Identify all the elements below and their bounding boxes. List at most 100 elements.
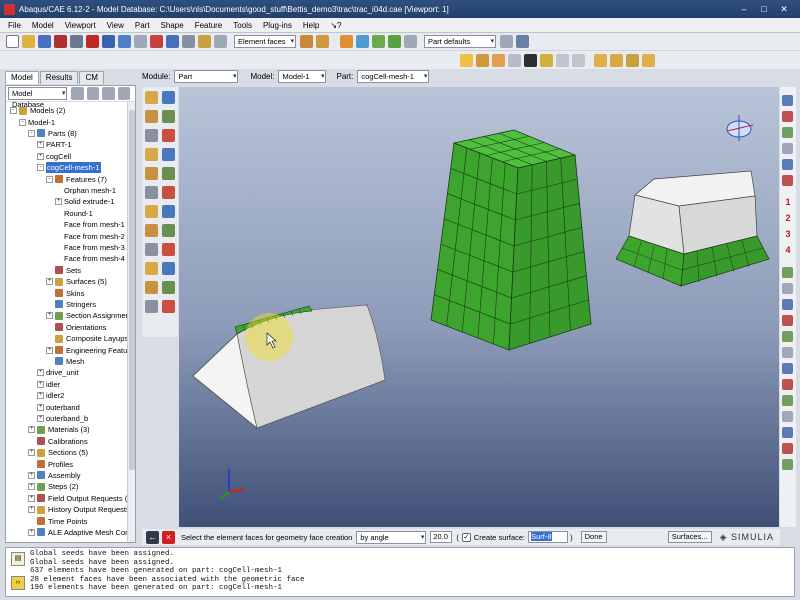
expand-icon[interactable]: + <box>37 141 44 149</box>
save-icon[interactable] <box>38 35 51 48</box>
model-database-select[interactable]: Model Database <box>8 87 68 109</box>
create-plane-icon[interactable] <box>145 205 158 218</box>
part-right[interactable] <box>615 170 770 287</box>
view-tool-icon[interactable] <box>782 127 793 138</box>
tree-item[interactable]: Sets <box>46 265 81 276</box>
viewport-canvas[interactable] <box>179 87 779 527</box>
kernel-command-icon[interactable]: ›› <box>11 576 25 590</box>
tree-scrollbar[interactable] <box>127 102 135 542</box>
feature-manager-icon[interactable] <box>145 262 158 275</box>
expand-icon[interactable]: + <box>46 278 53 286</box>
create-shell-icon[interactable] <box>162 110 175 123</box>
view-tool-icon[interactable] <box>782 395 793 406</box>
new-file-icon[interactable] <box>6 35 19 48</box>
mesh-edit-icon[interactable] <box>145 243 158 256</box>
tree-item[interactable]: Composite Layups <box>46 333 128 344</box>
collapse-icon[interactable]: - <box>46 175 53 183</box>
tree-item[interactable]: Face from mesh-1 <box>55 219 125 230</box>
menu-shape[interactable]: Shape <box>161 21 184 30</box>
color-scheme-icon[interactable] <box>476 53 489 67</box>
hidden-icon[interactable] <box>404 35 417 48</box>
tree-item[interactable]: + Assembly <box>28 470 81 481</box>
tree-item[interactable]: Round-1 <box>55 208 93 219</box>
select-options-icon[interactable] <box>300 35 313 48</box>
geometry-edit-icon[interactable] <box>162 205 175 218</box>
assembly-display-icon[interactable] <box>626 53 639 67</box>
tree-scrollbar-thumb[interactable] <box>129 110 135 470</box>
view-tool-icon[interactable] <box>782 111 793 122</box>
shaded-icon[interactable] <box>372 35 385 48</box>
collapse-icon[interactable]: - <box>28 129 35 137</box>
menu-tools[interactable]: Tools <box>233 21 252 30</box>
view-tool-icon[interactable] <box>782 95 793 106</box>
section-tool-icon[interactable] <box>162 281 175 294</box>
tree-item[interactable]: + idler2 <box>37 390 64 401</box>
expand-icon[interactable]: + <box>46 312 53 320</box>
round-blend-icon[interactable] <box>145 148 158 161</box>
view-4-button[interactable]: 4 <box>783 245 793 255</box>
surfaces-button[interactable]: Surfaces... <box>667 531 712 543</box>
close-icon[interactable]: ✕ <box>774 2 794 16</box>
surface-manager-icon[interactable] <box>145 281 158 294</box>
repair-icon[interactable] <box>162 243 175 256</box>
view-tool-icon[interactable] <box>782 143 793 154</box>
view-tool-icon[interactable] <box>782 331 793 342</box>
expand-icon[interactable]: + <box>37 403 44 411</box>
collapse-icon[interactable]: - <box>19 118 26 126</box>
expand-icon[interactable]: + <box>28 471 35 479</box>
view-tool-icon[interactable] <box>782 315 793 326</box>
tree-item[interactable]: Calibrations <box>28 436 88 447</box>
tree-item[interactable]: Face from mesh-4 <box>55 253 125 264</box>
tree-item[interactable]: - Model-1 <box>19 116 55 127</box>
open-folder-icon[interactable] <box>22 35 35 48</box>
tree-item[interactable]: + Field Output Requests (2) <box>28 493 134 504</box>
part-center[interactable] <box>430 129 592 351</box>
part-left[interactable] <box>192 304 386 429</box>
create-datum-icon[interactable] <box>162 148 175 161</box>
tree-expand-icon[interactable] <box>86 87 100 100</box>
expand-icon[interactable]: + <box>37 392 44 400</box>
fit-view-icon[interactable] <box>166 35 179 48</box>
view-tool-icon[interactable] <box>782 363 793 374</box>
view-compass-icon[interactable] <box>726 115 754 141</box>
expand-icon[interactable]: + <box>46 346 53 354</box>
visibility-icon[interactable] <box>492 53 505 67</box>
create-solid-icon[interactable] <box>145 110 158 123</box>
tree-item[interactable]: - Features (7) <box>46 173 107 184</box>
tree-item[interactable]: + idler <box>37 379 60 390</box>
view-tool-icon[interactable] <box>782 379 793 390</box>
tree-item[interactable]: Profiles <box>28 458 73 469</box>
query-tool-icon[interactable] <box>162 224 175 237</box>
tree-item[interactable]: - cogCell-mesh-1 <box>37 162 101 174</box>
tree-item[interactable]: + Solid extrude-1 <box>55 196 114 207</box>
part-manager-icon[interactable] <box>162 91 175 104</box>
color-code-icon[interactable] <box>460 53 473 67</box>
view-tool-icon[interactable] <box>782 175 793 186</box>
view-tool-icon[interactable] <box>782 347 793 358</box>
tree-item[interactable]: + cogCell <box>37 151 71 162</box>
menu-context-help[interactable]: ↘? <box>330 21 341 30</box>
collapse-icon[interactable]: - <box>37 164 44 172</box>
tree-item[interactable]: Orphan mesh-1 <box>55 185 116 196</box>
viewport[interactable] <box>179 87 779 527</box>
redo-icon[interactable] <box>572 53 585 67</box>
wireframe-icon[interactable] <box>356 35 369 48</box>
partition-face-icon[interactable] <box>145 167 158 180</box>
cycle-view-icon[interactable] <box>182 35 195 48</box>
tree-item[interactable]: + Steps (2) <box>28 481 78 492</box>
message-toggle-icon[interactable]: ▤ <box>11 552 25 566</box>
tab-results[interactable]: Results <box>39 71 79 84</box>
select-method-select[interactable]: by angle <box>356 530 427 544</box>
collapse-icon[interactable]: - <box>10 107 17 115</box>
create-cut-icon[interactable] <box>162 129 175 142</box>
expand-icon[interactable]: + <box>28 528 35 536</box>
menu-help[interactable]: Help <box>303 21 319 30</box>
shaded-edges-icon[interactable] <box>388 35 401 48</box>
expand-icon[interactable]: + <box>28 483 35 491</box>
view-1-button[interactable]: 1 <box>783 197 793 207</box>
tree-item[interactable]: + drive_unit <box>37 367 79 378</box>
menu-viewport[interactable]: Viewport <box>65 21 96 30</box>
part-select[interactable]: cogCell-mesh-1 <box>357 69 430 83</box>
tree-item[interactable]: + Surfaces (5) <box>46 276 107 287</box>
view-2-button[interactable]: 2 <box>783 213 793 223</box>
